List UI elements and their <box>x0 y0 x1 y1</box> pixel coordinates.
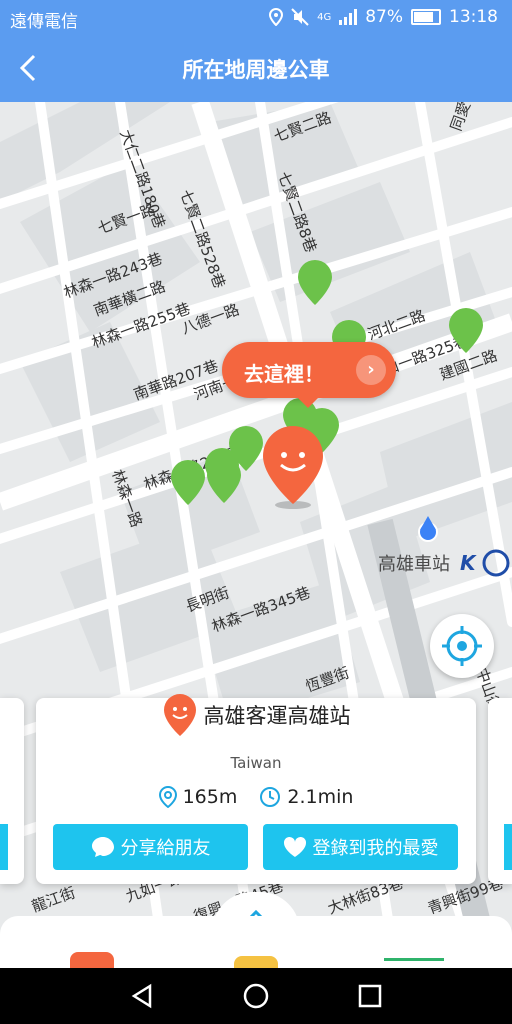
locate-button[interactable] <box>430 614 494 678</box>
chat-bubble-icon <box>91 837 114 857</box>
status-bar: 遠傳電信 4G 87% 13:18 <box>0 0 512 34</box>
page-title: 所在地周邊公車 <box>182 58 330 82</box>
share-button[interactable]: 分享給朋友 <box>53 824 248 870</box>
walk-time-value: 2.1min <box>287 786 354 808</box>
stop-info-card: 高雄客運高雄站 Taiwan 165m 2.1min 分享給朋友 登錄到我的最愛 <box>36 694 476 884</box>
peek-button <box>504 824 512 870</box>
distance-value: 165m <box>182 786 238 808</box>
nav-home-icon[interactable] <box>242 982 270 1010</box>
location-icon <box>269 8 284 26</box>
svg-text:K: K <box>460 551 477 575</box>
stop-pin-icon <box>163 694 196 736</box>
heart-icon <box>283 836 306 857</box>
mute-icon <box>291 8 309 26</box>
favorite-label: 登錄到我的最愛 <box>312 838 439 859</box>
station-label: 高雄車站 <box>378 554 450 575</box>
stop-name: 高雄客運高雄站 <box>203 704 351 728</box>
transport-bottom-sheet[interactable] <box>0 916 512 968</box>
bike-mode-icon[interactable] <box>384 958 444 968</box>
crosshair-icon <box>442 626 482 666</box>
go-here-label: 去這裡！ <box>244 362 324 386</box>
add-favorite-button[interactable]: 登錄到我的最愛 <box>263 824 458 870</box>
chevron-right-icon: › <box>356 355 386 385</box>
peek-button <box>0 824 8 870</box>
app-header: 所在地周邊公車 <box>0 34 512 102</box>
battery-icon <box>411 9 441 25</box>
nav-recents-icon[interactable] <box>356 982 384 1010</box>
nav-back-icon[interactable] <box>128 982 156 1010</box>
clock: 13:18 <box>449 7 498 27</box>
carrier-name: 遠傳電信 <box>10 12 78 32</box>
distance-metric: 165m <box>158 786 238 808</box>
stop-country: Taiwan <box>230 754 282 772</box>
stop-title-row: 高雄客運高雄站 <box>36 692 476 738</box>
share-label: 分享給朋友 <box>120 838 211 859</box>
battery-percent: 87% <box>365 7 403 27</box>
train-mode-icon[interactable] <box>234 956 278 968</box>
previous-stop-card[interactable] <box>0 698 24 884</box>
location-pin-icon <box>158 786 177 808</box>
clock-icon <box>260 787 281 807</box>
stop-metrics: 165m 2.1min <box>36 786 476 808</box>
next-stop-card[interactable] <box>488 698 512 884</box>
go-here-button[interactable]: 去這裡！ › <box>222 342 396 408</box>
signal-icon <box>339 9 358 25</box>
time-metric: 2.1min <box>259 786 353 808</box>
bus-mode-icon[interactable] <box>70 952 114 968</box>
system-nav-bar <box>0 968 512 1024</box>
network-type: 4G <box>317 11 332 23</box>
status-icons: 4G 87% 13:18 <box>269 7 498 27</box>
